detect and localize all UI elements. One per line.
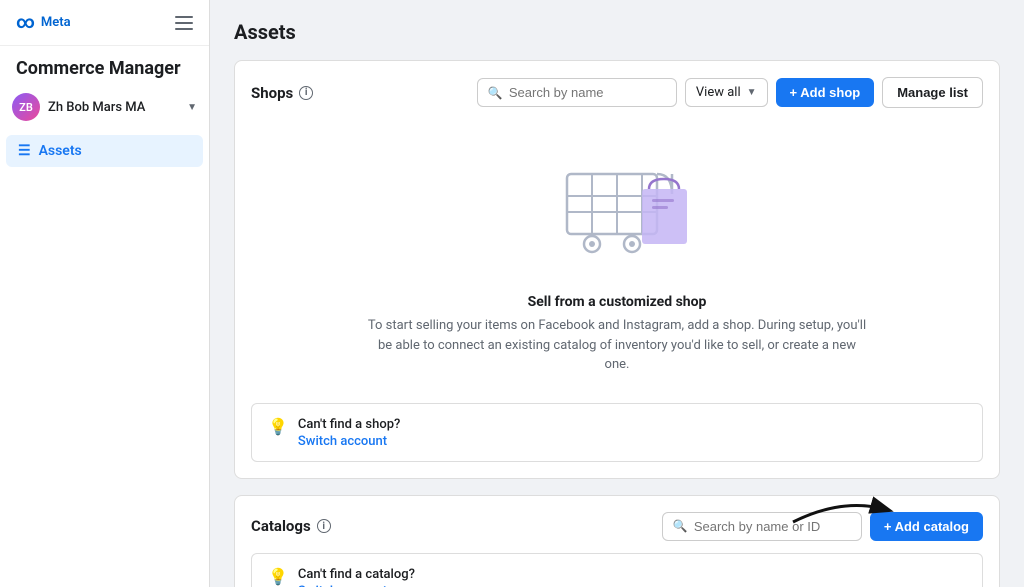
chevron-down-icon: ▼ [187, 102, 197, 113]
catalogs-card-header: Catalogs i 🔍 [251, 512, 983, 541]
shops-info-icon[interactable]: i [299, 86, 313, 100]
shops-title-text: Shops [251, 84, 293, 102]
shops-filter-dropdown[interactable]: View all ▼ [685, 78, 768, 107]
meta-logo-text: Meta [41, 15, 71, 30]
switch-account-catalogs-link[interactable]: Switch account [298, 584, 415, 587]
dropdown-text: View all [696, 85, 741, 100]
account-selector[interactable]: ZB Zh Bob Mars MA ▼ [0, 87, 209, 127]
add-catalog-button[interactable]: + Add catalog [870, 512, 983, 541]
sidebar-item-label: Assets [39, 143, 82, 159]
cant-find-shop-text: Can't find a shop? [298, 417, 400, 432]
add-shop-button[interactable]: + Add shop [776, 78, 875, 107]
catalogs-cant-find: 💡 Can't find a catalog? Switch account [251, 553, 983, 587]
account-name: Zh Bob Mars MA [48, 100, 179, 115]
catalogs-title: Catalogs i [251, 517, 331, 535]
lightbulb-icon: 💡 [268, 417, 288, 436]
search-icon: 🔍 [673, 519, 688, 533]
catalogs-search-bar[interactable]: 🔍 [662, 512, 862, 541]
sidebar-header: ∞ Meta [0, 0, 209, 46]
catalogs-card: Catalogs i 🔍 [234, 495, 1000, 587]
shops-card: Shops i 🔍 View all ▼ + Add shop Manage l… [234, 60, 1000, 479]
list-icon: ☰ [18, 143, 31, 159]
shops-empty-state: Sell from a customized shop To start sel… [251, 120, 983, 391]
sidebar-item-assets[interactable]: ☰ Assets [6, 135, 203, 167]
catalogs-search-input[interactable] [694, 519, 851, 534]
shops-title: Shops i [251, 84, 313, 102]
shops-card-header: Shops i 🔍 View all ▼ + Add shop Manage l… [251, 77, 983, 108]
sidebar: ∞ Meta Commerce Manager ZB Zh Bob Mars M… [0, 0, 210, 587]
avatar: ZB [12, 93, 40, 121]
cant-find-catalog-text: Can't find a catalog? [298, 567, 415, 582]
sidebar-title: Commerce Manager [0, 46, 209, 87]
catalogs-info-icon[interactable]: i [317, 519, 331, 533]
search-icon: 🔍 [488, 86, 503, 100]
shops-cant-find: 💡 Can't find a shop? Switch account [251, 403, 983, 462]
catalogs-actions: 🔍 + Add catalog [662, 512, 983, 541]
manage-list-button[interactable]: Manage list [882, 77, 983, 108]
meta-logo: ∞ Meta [16, 12, 71, 33]
chevron-down-icon: ▼ [747, 87, 757, 98]
shops-search-bar[interactable]: 🔍 [477, 78, 677, 107]
shops-empty-description: To start selling your items on Facebook … [367, 316, 867, 375]
lightbulb-icon: 💡 [268, 567, 288, 586]
catalogs-title-text: Catalogs [251, 517, 311, 535]
cart-illustration [527, 144, 707, 278]
shops-actions: 🔍 View all ▼ + Add shop Manage list [477, 77, 983, 108]
page-title: Assets [234, 20, 1000, 44]
shops-empty-title: Sell from a customized shop [528, 294, 707, 310]
sidebar-nav: ☰ Assets [0, 127, 209, 175]
meta-logo-symbol: ∞ [16, 12, 35, 33]
switch-account-shops-link[interactable]: Switch account [298, 434, 400, 449]
shops-search-input[interactable] [509, 85, 666, 100]
hamburger-menu-icon[interactable] [175, 16, 193, 30]
main-content: Assets Shops i 🔍 View all ▼ + Add shop M… [210, 0, 1024, 587]
